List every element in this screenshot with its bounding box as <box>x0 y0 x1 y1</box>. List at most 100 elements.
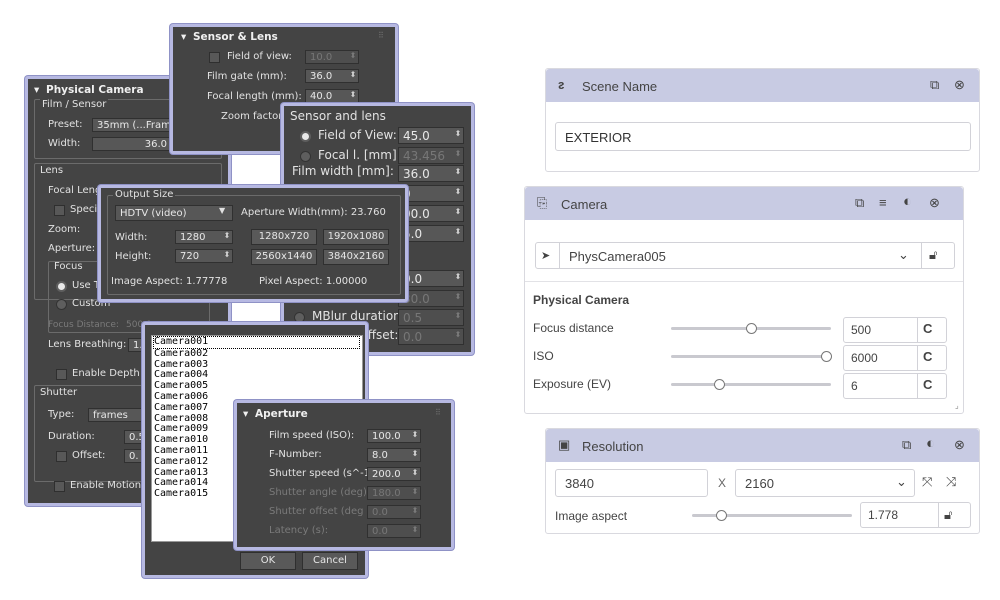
physical-camera-section: Physical Camera <box>533 293 630 307</box>
focal-spinner-icon[interactable]: ⬍ <box>454 150 462 158</box>
spinner-icon[interactable]: ⬍ <box>454 293 462 301</box>
cancel-button[interactable]: Cancel <box>302 552 358 570</box>
aperture-row-label: Latency (s): <box>269 525 329 536</box>
close-icon[interactable]: ⊗ <box>954 438 965 452</box>
spinner-icon[interactable]: ⬍ <box>454 228 462 236</box>
spinner-icon[interactable]: ⬍ <box>411 507 419 515</box>
spinner-icon[interactable]: ⬍ <box>411 431 419 439</box>
focus-label: Focus <box>54 261 83 272</box>
collapse-icon[interactable]: ⤨ <box>946 475 956 489</box>
film-gate-spinner-icon[interactable]: ⬍ <box>349 71 357 79</box>
spinner-icon[interactable]: ⬍ <box>411 469 419 477</box>
resize-grip-icon[interactable]: ⌟ <box>955 401 959 410</box>
spinner-icon[interactable]: ⬍ <box>411 488 419 496</box>
close-icon[interactable]: ⊗ <box>954 78 965 92</box>
collapse-arrow-icon[interactable]: ▾ <box>34 84 39 96</box>
width-spinner-icon[interactable]: ⬍ <box>223 232 231 240</box>
reset-icon[interactable]: C <box>923 322 932 336</box>
preset-1280x720-button[interactable]: 1280x720 <box>251 229 317 245</box>
preset-3840x2160-button[interactable]: 3840x2160 <box>323 249 389 265</box>
camera-row-label: Focus distance <box>533 321 614 335</box>
resolution-width-input[interactable]: 3840 <box>555 469 708 497</box>
height-label: Height: <box>115 251 152 262</box>
shutter-type-dropdown[interactable]: frames <box>88 408 148 422</box>
preset-dropdown[interactable]: 35mm (...Frame) <box>92 118 170 132</box>
sensor-lens-big-title: Sensor and lens <box>290 109 386 123</box>
unlock-icon[interactable]: 🔓︎ <box>929 248 937 262</box>
spinner-icon[interactable]: ⬍ <box>454 273 462 281</box>
expand-icon[interactable]: ⤧ <box>922 475 932 489</box>
focal-length-spinner-icon[interactable]: ⬍ <box>349 91 357 99</box>
width-input[interactable]: 36.0 <box>92 137 182 151</box>
use-target-radio[interactable] <box>56 281 67 292</box>
camera-row-slider-knob[interactable] <box>746 323 757 334</box>
camera-panel: ⎘ Camera ⧉ ≡ ◐ ⊗ ➤ PhysCamera005 ⌄ 🔓︎ Ph… <box>524 186 964 414</box>
offset-checkbox[interactable] <box>56 451 67 462</box>
focal-label: Focal l. [mm]: <box>318 148 401 162</box>
image-icon: ▣ <box>558 437 571 452</box>
custom-focus-radio[interactable] <box>56 299 67 310</box>
duration-label: Duration: <box>48 431 95 442</box>
reset-icon[interactable]: C <box>923 350 932 364</box>
spinner-icon[interactable]: ⬍ <box>454 208 462 216</box>
drag-handle-icon[interactable]: ⠿ <box>435 408 442 417</box>
camera-row-value: 6000 <box>851 351 878 365</box>
film-width-label: Film width [mm]: <box>292 164 394 178</box>
fov-label: Field of view: <box>227 51 292 62</box>
unlock-icon[interactable]: 🔓︎ <box>944 508 952 522</box>
collapse-arrow-icon[interactable]: ▾ <box>243 408 248 420</box>
close-icon[interactable]: ⊗ <box>929 196 940 210</box>
scene-name-panel: ᴤ Scene Name ⧉ ⊗ EXTERIOR <box>545 68 980 172</box>
spinner-icon[interactable]: ⬍ <box>454 188 462 196</box>
copy-icon[interactable]: ⧉ <box>930 78 939 92</box>
toggle-icon[interactable]: ◐ <box>926 436 935 451</box>
camera-row-slider-knob[interactable] <box>821 351 833 362</box>
preset-1920x1080-button[interactable]: 1920x1080 <box>323 229 389 245</box>
image-aspect-text: Image Aspect: 1.77778 <box>111 276 228 287</box>
copy-icon[interactable]: ⧉ <box>902 438 911 452</box>
fov-checkbox[interactable] <box>209 52 220 63</box>
camera-select-value: PhysCamera005 <box>569 249 666 264</box>
copy-icon[interactable]: ⧉ <box>855 196 864 210</box>
type-label: Type: <box>48 409 75 420</box>
aperture-row-label: Shutter offset (deg <box>269 506 364 517</box>
resolution-height-input[interactable]: 2160 <box>735 469 915 497</box>
enable-motion-checkbox[interactable] <box>54 481 65 492</box>
chevron-down-icon[interactable]: ⌄ <box>898 248 909 262</box>
output-preset-dropdown[interactable]: HDTV (video) <box>115 205 233 221</box>
dropdown-arrow-icon[interactable]: ▼ <box>219 206 225 215</box>
mblur-spinner-icon[interactable]: ⬍ <box>454 312 462 320</box>
collapse-arrow-icon[interactable]: ▾ <box>181 31 186 43</box>
toggle-icon[interactable]: ◐ <box>903 194 912 209</box>
film-width-spinner-icon[interactable]: ⬍ <box>454 168 462 176</box>
output-size-panel: Output Size HDTV (video) ▼ Aperture Widt… <box>98 185 408 302</box>
enable-depth-checkbox[interactable] <box>56 369 67 380</box>
fov-spinner-icon[interactable]: ⬍ <box>349 52 357 60</box>
fov-spinner-icon[interactable]: ⬍ <box>454 130 462 138</box>
camera-icon: ⎘ <box>537 195 548 210</box>
spinner-icon[interactable]: ⬍ <box>411 526 419 534</box>
drag-handle-icon[interactable]: ⠿ <box>378 31 385 40</box>
camera-row-slider-track[interactable] <box>671 383 831 386</box>
reset-icon[interactable]: C <box>923 378 932 392</box>
fov-radio[interactable] <box>300 131 311 142</box>
ok-button[interactable]: OK <box>240 552 296 570</box>
height-spinner-icon[interactable]: ⬍ <box>223 251 231 259</box>
camera-list-item[interactable]: Camera001 <box>153 336 360 349</box>
width-label: Width: <box>48 138 81 149</box>
scene-name-input[interactable]: EXTERIOR <box>555 122 971 151</box>
output-size-title: Output Size <box>113 189 176 200</box>
specify-fov-checkbox[interactable] <box>54 205 65 216</box>
camera-list-item[interactable]: Camera002 <box>154 348 362 360</box>
focal-radio[interactable] <box>300 151 311 162</box>
camera-row-slider-knob[interactable] <box>714 379 725 390</box>
shutter-offset-spinner-icon[interactable]: ⬍ <box>454 331 462 339</box>
sensor-lens-small-title: Sensor & Lens <box>193 31 278 43</box>
spinner-icon[interactable]: ⬍ <box>411 450 419 458</box>
camera-row-slider-track[interactable] <box>671 355 831 358</box>
preset-2560x1440-button[interactable]: 2560x1440 <box>251 249 317 265</box>
sliders-icon[interactable]: ≡ <box>879 196 887 210</box>
aspect-slider-knob[interactable] <box>715 510 727 521</box>
specify-label: Specif <box>70 204 101 215</box>
chevron-down-icon[interactable]: ⌄ <box>896 475 907 489</box>
